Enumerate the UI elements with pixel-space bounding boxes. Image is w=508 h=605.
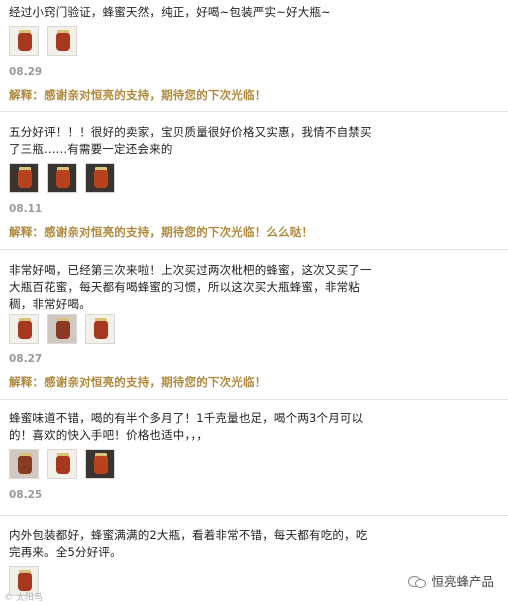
review-photo[interactable] bbox=[9, 26, 39, 56]
review-photo[interactable] bbox=[9, 314, 39, 344]
corner-watermark: © 太阳鸟 bbox=[4, 593, 43, 603]
seller-reply: 解释：感谢亲对恒亮的支持，期待您的下次光临！ bbox=[9, 88, 267, 102]
account-watermark: 恒亮蜂产品 bbox=[408, 571, 494, 590]
review-photo[interactable] bbox=[85, 314, 115, 344]
review-photos bbox=[9, 163, 115, 193]
review-photo[interactable] bbox=[9, 163, 39, 193]
review-date: 08.27 bbox=[9, 353, 43, 365]
review-photo[interactable] bbox=[47, 26, 77, 56]
review-photo[interactable] bbox=[47, 314, 77, 344]
divider bbox=[0, 515, 508, 516]
review-photo[interactable] bbox=[85, 163, 115, 193]
seller-reply: 解释：感谢亲对恒亮的支持，期待您的下次光临！ bbox=[9, 375, 267, 389]
review-text: 内外包装都好，蜂蜜满满的2大瓶，看着非常不错，每天都有吃的，吃完再来。全5分好评… bbox=[9, 528, 368, 559]
review-photos bbox=[9, 26, 77, 56]
review-text: 经过小窍门验证，蜂蜜天然，纯正，好喝~包装严实~好大瓶~ bbox=[9, 5, 332, 19]
divider bbox=[0, 111, 508, 112]
review-date: 08.29 bbox=[9, 66, 43, 78]
review-photos bbox=[9, 449, 115, 479]
review-photo[interactable] bbox=[47, 449, 77, 479]
divider bbox=[0, 399, 508, 400]
review-photo[interactable] bbox=[9, 449, 39, 479]
review-photos bbox=[9, 314, 115, 344]
review-date: 08.25 bbox=[9, 489, 43, 501]
review-text: 五分好评！！！很好的卖家，宝贝质量很好价格又实惠，我情不自禁买了三瓶......… bbox=[9, 125, 372, 156]
review-text: 非常好喝，已经第三次来啦！上次买过两次枇杷的蜂蜜，这次又买了一大瓶百花蜜，每天都… bbox=[9, 263, 372, 311]
review-date: 08.11 bbox=[9, 203, 43, 215]
review-text: 蜂蜜味道不错，喝的有半个多月了！1千克量也足，喝个两3个月可以的！喜欢的快入手吧… bbox=[9, 411, 364, 442]
watermark-label: 恒亮蜂产品 bbox=[431, 574, 494, 589]
wechat-icon bbox=[408, 574, 427, 588]
seller-reply: 解释：感谢亲对恒亮的支持，期待您的下次光临！么么哒！ bbox=[9, 225, 314, 239]
divider bbox=[0, 249, 508, 250]
review-photo[interactable] bbox=[85, 449, 115, 479]
review-photo[interactable] bbox=[47, 163, 77, 193]
